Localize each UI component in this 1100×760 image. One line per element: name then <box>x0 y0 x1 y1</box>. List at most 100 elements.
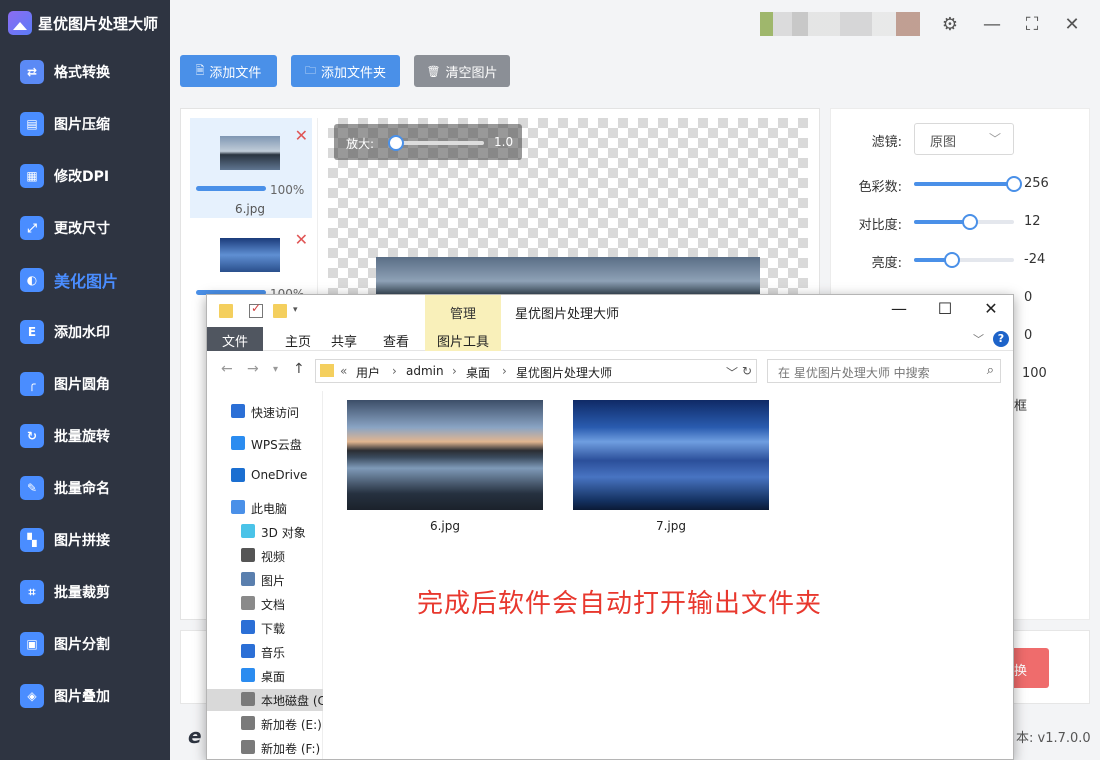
new-folder-icon[interactable] <box>273 304 287 318</box>
sidebar-item[interactable]: ↻ 批量旋转 <box>0 410 170 462</box>
saturation-fill <box>914 182 1014 186</box>
tree-item[interactable]: 下载 <box>207 617 323 639</box>
sidebar-item-label: 图片叠加 <box>54 689 110 705</box>
image-compress-icon: ▤ <box>20 112 44 136</box>
zoom-slider-handle[interactable] <box>388 135 404 151</box>
version-prefix: 本: <box>1016 731 1034 746</box>
breadcrumb-item[interactable]: admin <box>406 364 444 378</box>
file-item[interactable]: ✕ 100% 6.jpg <box>190 118 312 218</box>
breadcrumb-separator: › <box>502 364 507 378</box>
clear-images-button[interactable]: 🗑 清空图片 <box>414 55 510 87</box>
recent-dropdown-icon[interactable]: ▾ <box>273 364 278 375</box>
onedrive-icon <box>231 468 245 482</box>
tree-item[interactable]: WPS云盘 <box>207 433 323 455</box>
add-file-button[interactable]: 🗎 添加文件 <box>180 55 277 87</box>
sidebar-item[interactable]: ✎ 批量命名 <box>0 462 170 514</box>
user-avatar[interactable] <box>760 12 920 36</box>
folder-icon <box>320 364 334 377</box>
close-icon[interactable]: ✕ <box>971 299 1011 323</box>
contrast-slider[interactable] <box>914 214 1014 230</box>
tab-share[interactable]: 共享 <box>319 327 369 351</box>
sidebar-item-label: 图片分割 <box>54 637 110 653</box>
tree-item[interactable]: 视频 <box>207 545 323 567</box>
remove-file-icon[interactable]: ✕ <box>295 126 308 145</box>
address-dropdown-icon[interactable]: ﹀ <box>726 364 738 381</box>
ribbon-expand-icon[interactable]: ﹀ <box>973 331 984 347</box>
tree-item[interactable]: 快速访问 <box>207 401 323 423</box>
breadcrumb-overflow[interactable]: « <box>340 364 347 378</box>
sidebar-item[interactable]: ⇄ 格式转换 <box>0 46 170 98</box>
tree-item-label: 新加卷 (E:) <box>261 718 322 732</box>
sidebar-item[interactable]: E 添加水印 <box>0 306 170 358</box>
sidebar-item[interactable]: ⌗ 批量裁剪 <box>0 566 170 618</box>
tree-item[interactable]: OneDrive <box>207 465 323 487</box>
tree-item[interactable]: 新加卷 (E:) <box>207 713 323 735</box>
sidebar-item[interactable]: ▦ 修改DPI <box>0 150 170 202</box>
image-convert-icon: ⇄ <box>20 60 44 84</box>
file-thumbnail[interactable] <box>347 400 543 510</box>
tree-item-label: 图片 <box>261 574 286 588</box>
zoom-slider-track[interactable] <box>394 141 484 145</box>
breadcrumb-item[interactable]: 桌面 <box>466 364 490 381</box>
sidebar-item[interactable]: ◐ 美化图片 <box>0 254 170 306</box>
top-bar: ⚙ — ⛶ ✕ <box>170 0 1100 46</box>
tab-picture-tools[interactable]: 图片工具 <box>425 327 501 351</box>
rotate-icon: ↻ <box>20 424 44 448</box>
properties-icon[interactable] <box>249 301 263 318</box>
tree-item[interactable]: 本地磁盘 (C <box>207 689 323 711</box>
sidebar-item[interactable]: ╭ 图片圆角 <box>0 358 170 410</box>
quick-access-dropdown-icon[interactable]: ▾ <box>293 305 298 315</box>
tree-item-label: 本地磁盘 (C <box>261 694 323 708</box>
tree-item-label: 文档 <box>261 598 286 612</box>
tree-item[interactable]: 文档 <box>207 593 323 615</box>
filter-select[interactable]: 原图 ﹀ <box>914 123 1014 155</box>
up-icon[interactable]: ↑ <box>293 361 305 377</box>
sidebar-item[interactable]: ▣ 图片分割 <box>0 618 170 670</box>
close-icon[interactable]: ✕ <box>1060 12 1084 36</box>
refresh-icon[interactable]: ↻ <box>742 364 752 378</box>
explorer-file-name[interactable]: 7.jpg <box>573 519 769 533</box>
tree-item[interactable]: 音乐 <box>207 641 323 663</box>
settings-icon[interactable]: ⚙ <box>938 12 962 36</box>
tree-item[interactable]: 图片 <box>207 569 323 591</box>
brightness-handle[interactable] <box>944 252 960 268</box>
remove-file-icon[interactable]: ✕ <box>295 230 308 249</box>
saturation-slider[interactable] <box>914 176 1022 192</box>
sidebar-item[interactable]: ▤ 图片压缩 <box>0 98 170 150</box>
minimize-icon[interactable]: — <box>879 299 919 323</box>
brightness-slider[interactable] <box>914 252 1014 268</box>
sidebar-item-label: 批量裁剪 <box>54 585 110 601</box>
help-icon[interactable]: ? <box>993 331 1009 347</box>
tree-item[interactable]: 此电脑 <box>207 497 323 519</box>
tab-view[interactable]: 查看 <box>371 327 421 351</box>
sidebar-item[interactable]: ◈ 图片叠加 <box>0 670 170 722</box>
tree-item[interactable]: 3D 对象 <box>207 521 323 543</box>
tree-item[interactable]: 桌面 <box>207 665 323 687</box>
minimize-icon[interactable]: — <box>980 12 1004 36</box>
breadcrumb-item[interactable]: 星优图片处理大师 <box>516 364 612 381</box>
tree-item-label: OneDrive <box>251 468 308 482</box>
add-folder-button[interactable]: 🗀 添加文件夹 <box>291 55 400 87</box>
file-thumbnail[interactable] <box>573 400 769 510</box>
computer-icon <box>231 500 245 514</box>
manage-tab[interactable]: 管理 <box>425 295 501 327</box>
app-title: 星优图片处理大师 <box>38 14 159 33</box>
address-bar[interactable]: « 用户 › admin › 桌面 › 星优图片处理大师 ﹀ ↻ <box>315 359 757 383</box>
contrast-label: 对比度: <box>858 218 902 233</box>
output-folder-notice: 完成后软件会自动打开输出文件夹 <box>417 589 823 619</box>
forward-icon[interactable]: → <box>247 361 259 377</box>
maximize-icon[interactable]: ⛶ <box>1020 12 1044 36</box>
contrast-handle[interactable] <box>962 214 978 230</box>
tab-file[interactable]: 文件 <box>207 327 263 351</box>
sidebar-item[interactable]: ▚ 图片拼接 <box>0 514 170 566</box>
tree-item[interactable]: 新加卷 (F:) <box>207 737 323 759</box>
back-icon[interactable]: ← <box>221 361 233 377</box>
explorer-search-input[interactable]: 在 星优图片处理大师 中搜索 ⌕ <box>767 359 1001 383</box>
explorer-file-name[interactable]: 6.jpg <box>347 519 543 533</box>
sidebar-item[interactable]: ⤢ 更改尺寸 <box>0 202 170 254</box>
saturation-handle[interactable] <box>1006 176 1022 192</box>
breadcrumb-item[interactable]: 用户 <box>356 364 380 381</box>
maximize-icon[interactable]: ☐ <box>925 299 965 323</box>
hidden-slider-value: 0 <box>1024 328 1033 343</box>
tab-home[interactable]: 主页 <box>273 327 323 351</box>
